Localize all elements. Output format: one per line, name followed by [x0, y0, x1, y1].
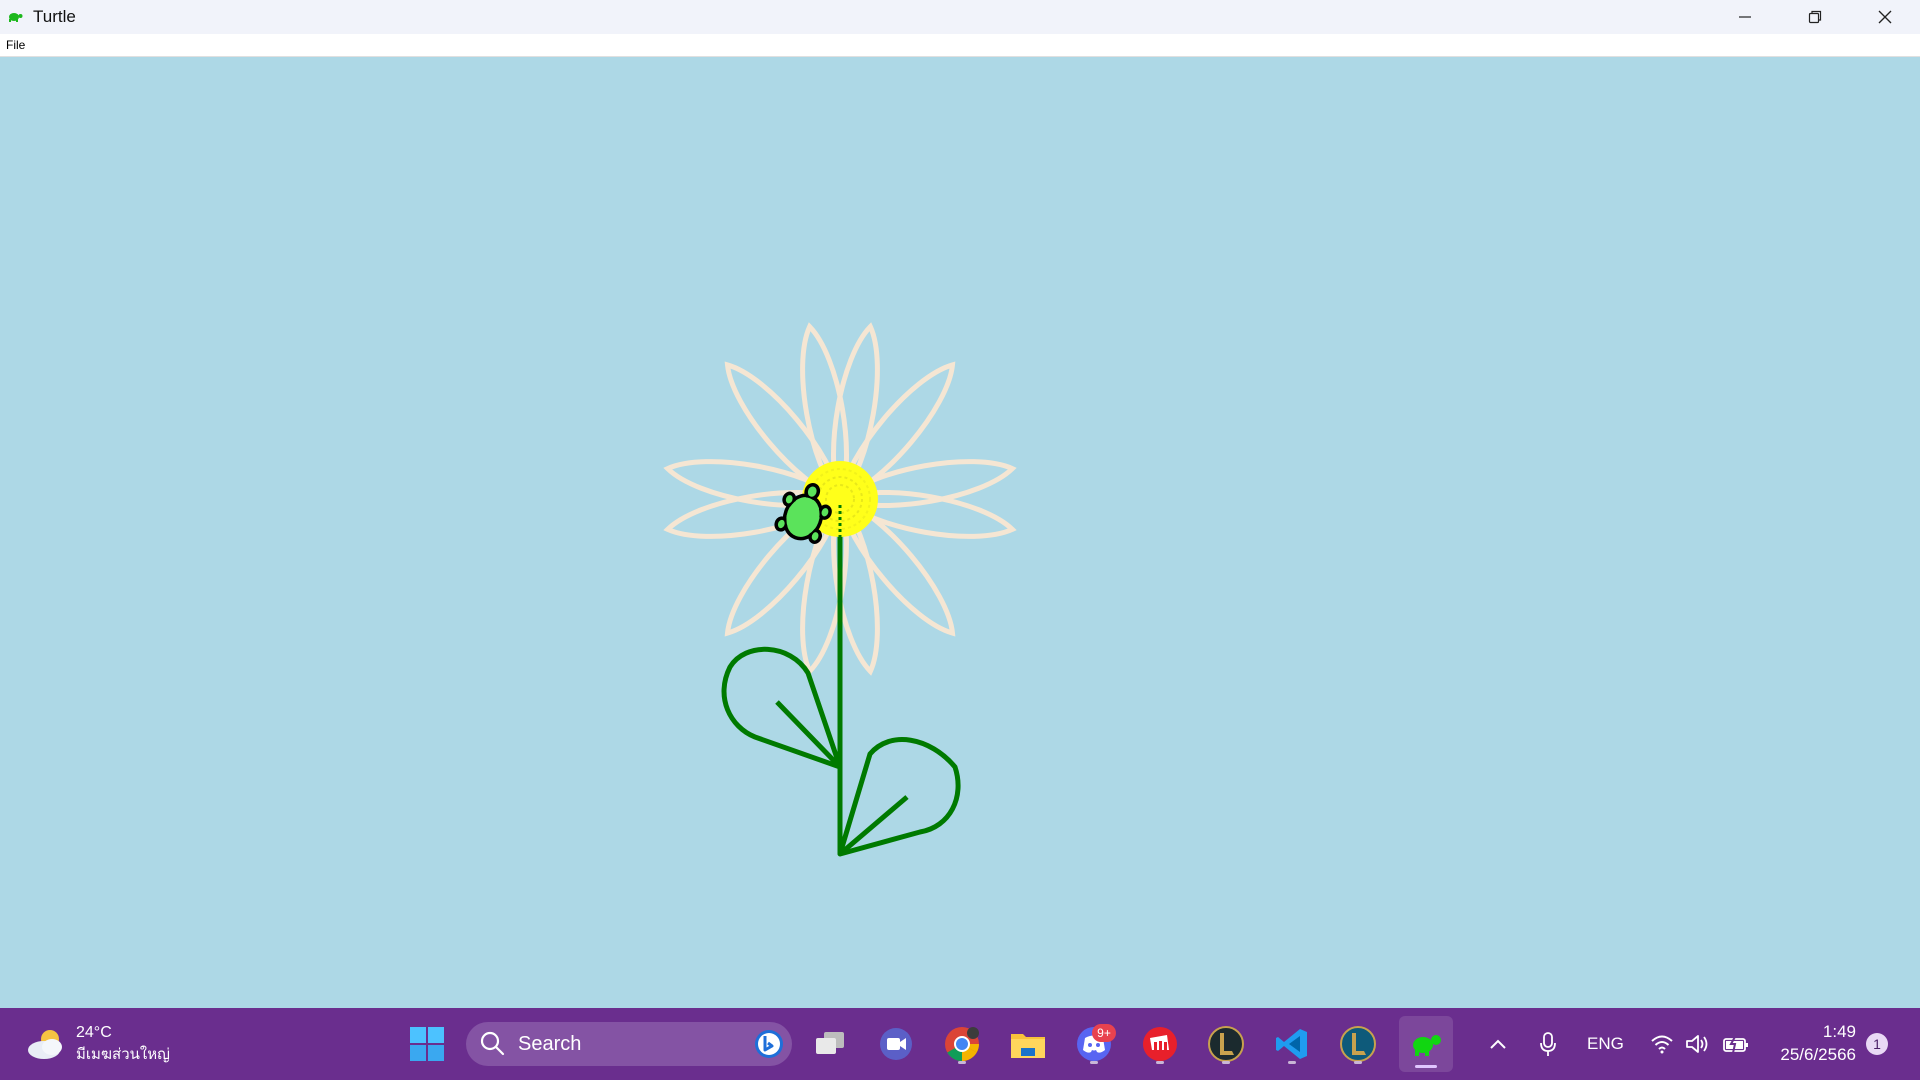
vscode-icon	[1276, 1029, 1307, 1059]
microphone-icon	[1540, 1032, 1556, 1056]
running-indicator	[1222, 1061, 1230, 1064]
window-controls	[1710, 0, 1920, 34]
taskbar-app-chrome[interactable]	[938, 1020, 986, 1068]
task-view-icon	[816, 1032, 844, 1054]
turtle-app-icon	[9, 13, 23, 22]
show-hidden-icons-button[interactable]	[1478, 1020, 1518, 1068]
meet-icon	[880, 1028, 912, 1060]
menu-bar: File	[0, 34, 1920, 57]
volume-button[interactable]	[1680, 1020, 1716, 1068]
weather-temp: 24°C	[76, 1024, 112, 1041]
chrome-icon	[945, 1027, 979, 1061]
notification-badge[interactable]: 1	[1866, 1033, 1888, 1055]
windows-start-icon	[410, 1027, 444, 1061]
running-indicator	[958, 1061, 966, 1064]
weather-desc: มีเมฆส่วนใหญ่	[76, 1046, 170, 1063]
microphone-button[interactable]	[1528, 1020, 1568, 1068]
search-label: Search	[518, 1032, 582, 1055]
clock[interactable]: 1:49 25/6/2566	[1780, 1020, 1856, 1066]
search-icon	[480, 1031, 505, 1056]
discord-badge: 9+	[1092, 1024, 1116, 1042]
wifi-button[interactable]	[1644, 1020, 1680, 1068]
taskbar-app-riot-client[interactable]	[1136, 1020, 1184, 1068]
minimize-icon	[1739, 16, 1751, 18]
turtle-canvas[interactable]	[0, 57, 1920, 1008]
clock-date: 25/6/2566	[1780, 1045, 1856, 1064]
taskbar-app-vs-code[interactable]	[1268, 1020, 1316, 1068]
title-bar: Turtle	[0, 0, 1920, 34]
running-indicator	[1288, 1061, 1296, 1064]
league-client-icon	[1340, 1026, 1376, 1062]
bing-icon	[755, 1030, 783, 1058]
speaker-icon	[1686, 1035, 1708, 1053]
wifi-icon	[1651, 1035, 1673, 1054]
clock-time: 1:49	[1822, 1022, 1856, 1041]
language-indicator[interactable]: ENG	[1587, 1034, 1624, 1054]
close-button[interactable]	[1850, 0, 1920, 34]
taskbar-app-task-view[interactable]	[806, 1020, 854, 1068]
right-leaf	[837, 737, 961, 857]
left-leaf	[721, 646, 843, 770]
riot-icon	[1143, 1027, 1177, 1061]
menu-file[interactable]: File	[0, 35, 31, 55]
close-icon	[1878, 10, 1892, 24]
chevron-up-icon	[1490, 1039, 1506, 1049]
league-icon	[1208, 1026, 1244, 1062]
battery-button[interactable]	[1716, 1020, 1756, 1068]
running-indicator	[1156, 1061, 1164, 1064]
minimize-button[interactable]	[1710, 0, 1780, 34]
turtle-window: Turtle File	[0, 0, 1920, 1008]
taskbar-app-file-explorer[interactable]	[1004, 1020, 1052, 1068]
battery-charging-icon	[1723, 1034, 1748, 1054]
taskbar-app-league-client[interactable]	[1334, 1020, 1382, 1068]
weather-widget[interactable]: 24°C มีเมฆส่วนใหญ่	[26, 1022, 170, 1066]
running-indicator	[1354, 1061, 1362, 1064]
taskbar-app-turtle[interactable]	[1399, 1016, 1453, 1072]
window-title: Turtle	[33, 7, 76, 26]
taskbar-app-discord[interactable]: 9+	[1070, 1020, 1118, 1068]
folder-icon	[1011, 1034, 1045, 1058]
restore-button[interactable]	[1780, 0, 1850, 34]
running-indicator	[1090, 1061, 1098, 1064]
search-box[interactable]: Search	[466, 1022, 792, 1066]
taskbar-app-league-of-legends[interactable]	[1202, 1020, 1250, 1068]
active-indicator	[1415, 1065, 1437, 1068]
partly-cloudy-icon	[28, 1030, 62, 1059]
turtle-icon	[1413, 1035, 1441, 1056]
start-button[interactable]	[403, 1020, 451, 1068]
flower-drawing	[663, 322, 1017, 857]
restore-icon	[1808, 10, 1822, 24]
taskbar-app-meet[interactable]	[872, 1020, 920, 1068]
